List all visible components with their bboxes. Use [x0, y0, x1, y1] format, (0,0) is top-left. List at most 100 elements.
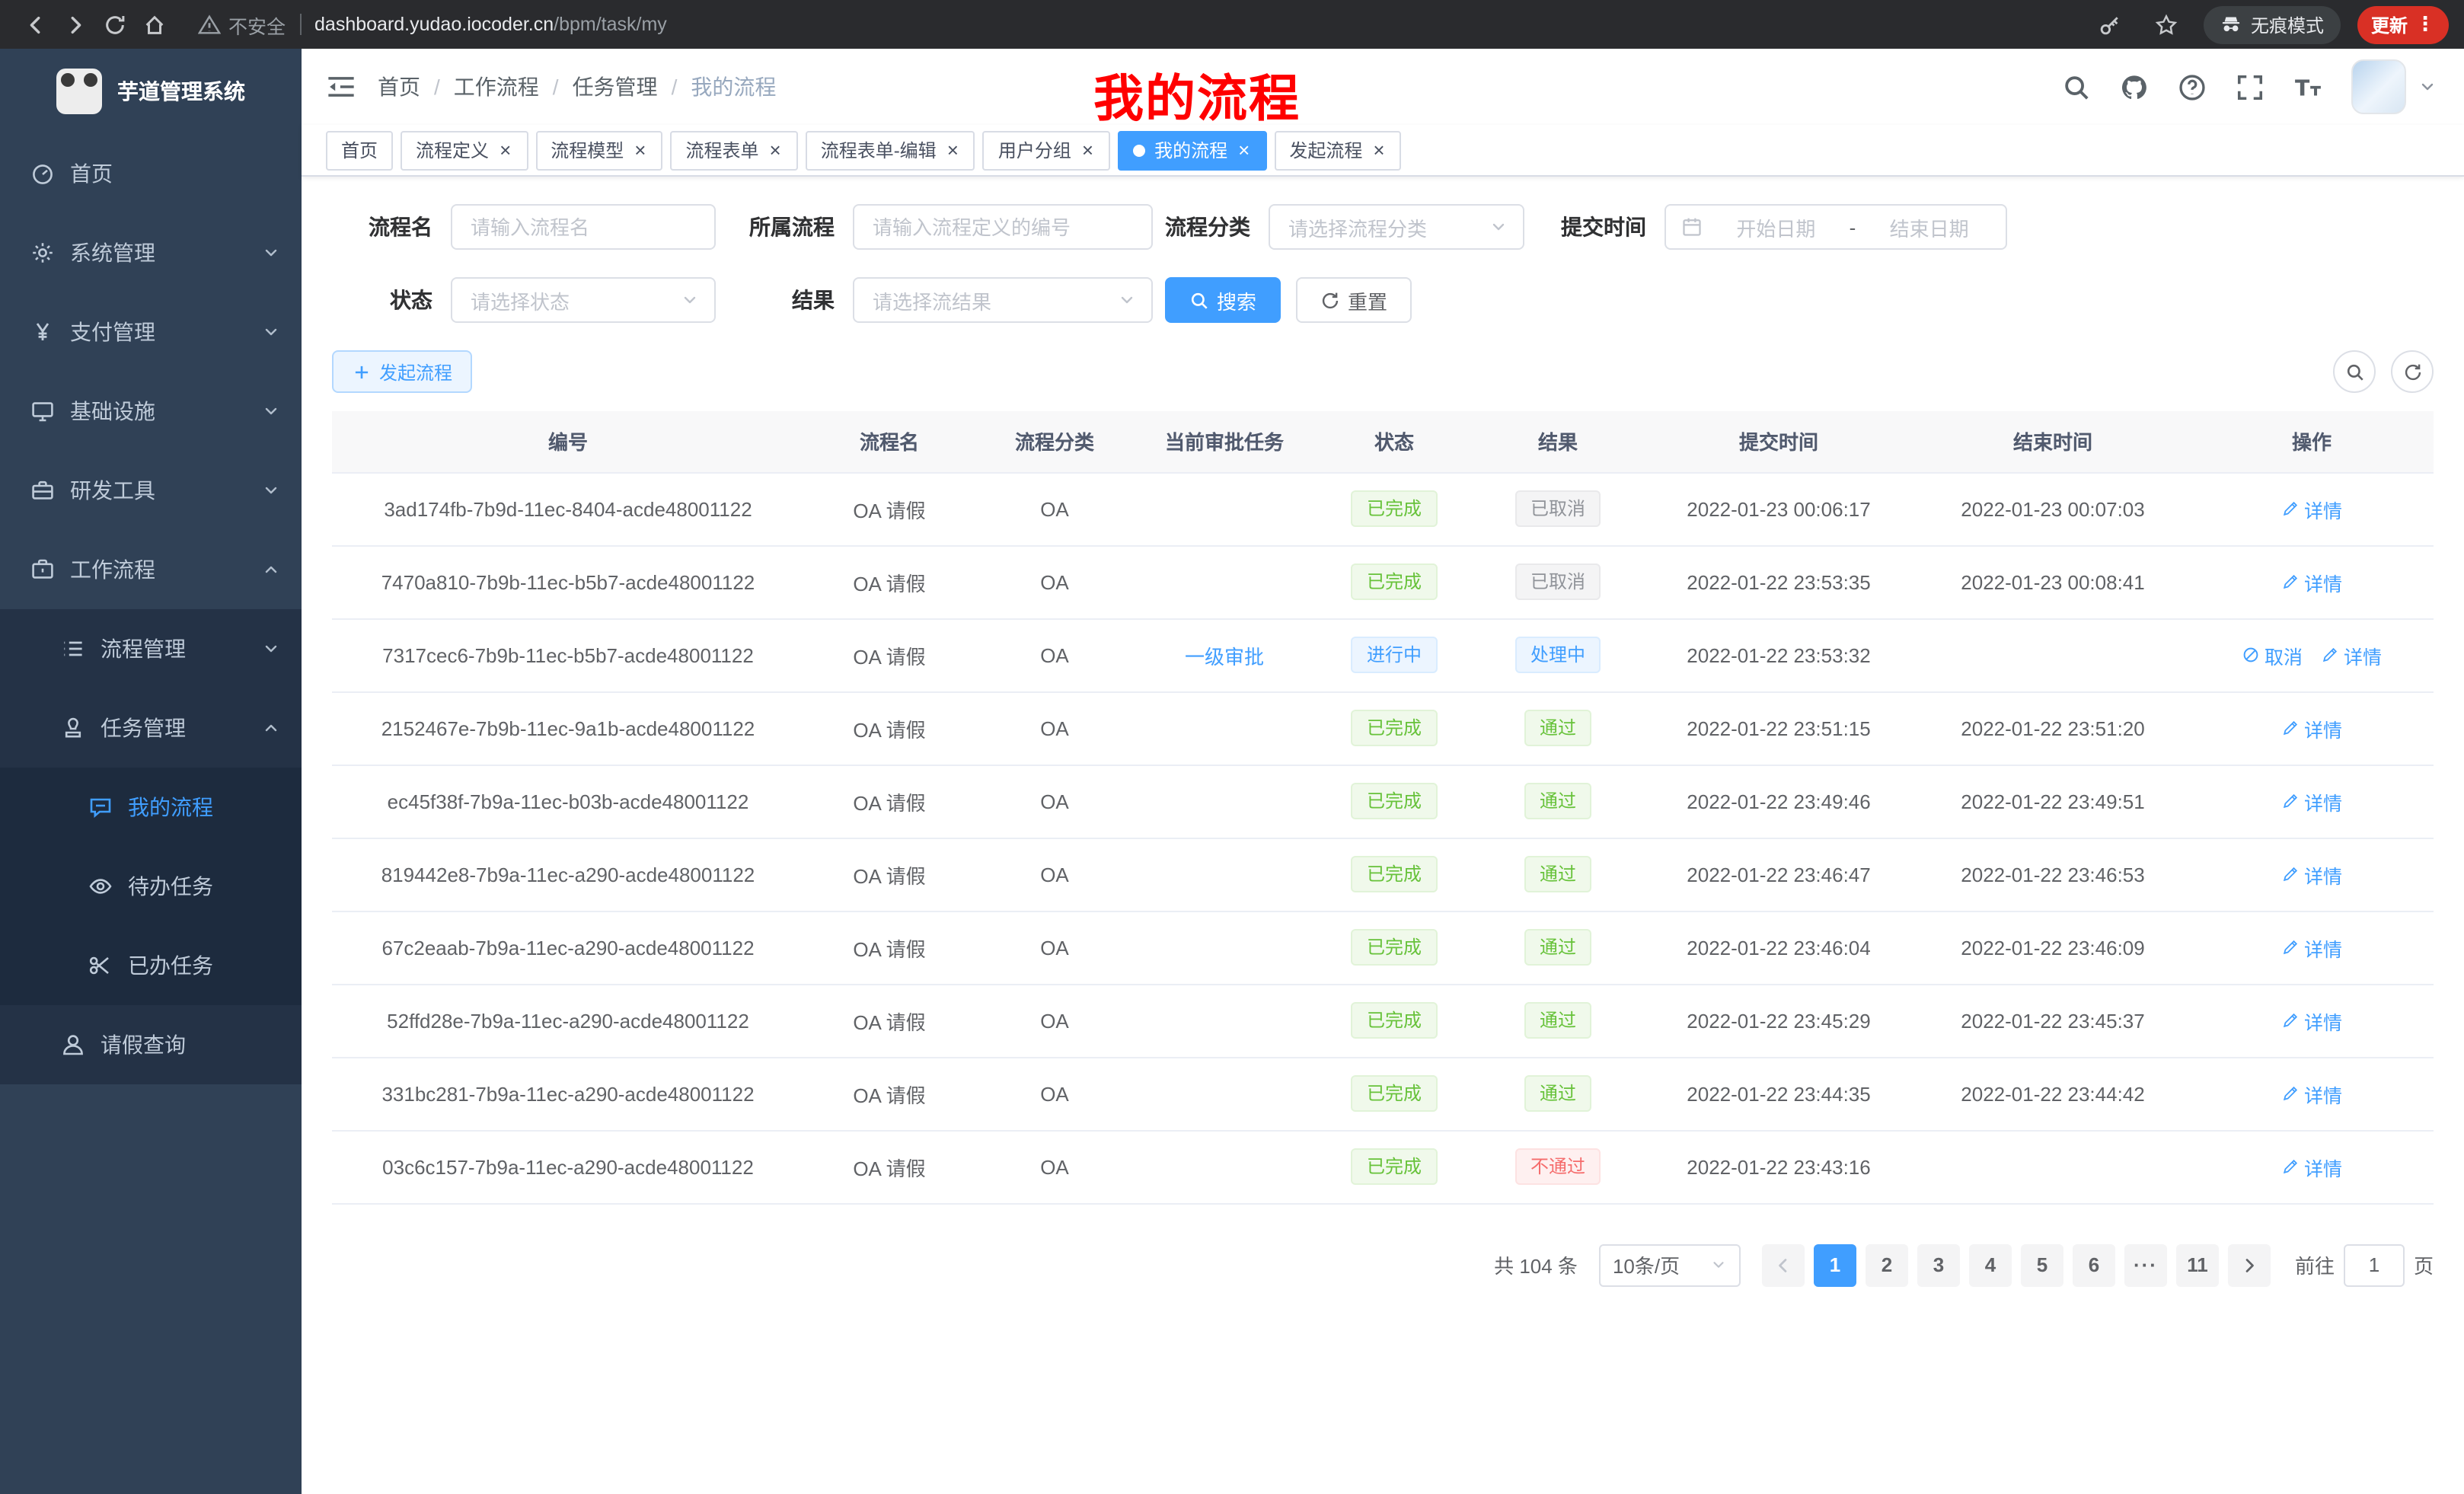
column-header: 结束时间: [1916, 411, 2190, 472]
detail-action-link[interactable]: 详情: [2281, 1006, 2342, 1035]
sidebar-item-process-mgmt[interactable]: 流程管理: [0, 609, 302, 688]
font-size-icon[interactable]: [2293, 72, 2322, 101]
owner-process-input[interactable]: [853, 204, 1153, 250]
breadcrumb-item[interactable]: 首页: [378, 72, 420, 102]
sidebar-item-leave-query[interactable]: 请假查询: [0, 1005, 302, 1084]
user-menu[interactable]: [2351, 59, 2437, 114]
page-button-2[interactable]: 2: [1866, 1243, 1908, 1286]
search-icon: [1189, 290, 1209, 310]
page-button-5[interactable]: 5: [2021, 1243, 2063, 1286]
sidebar-item-home[interactable]: 首页: [0, 134, 302, 213]
detail-action-link[interactable]: 详情: [2281, 787, 2342, 816]
column-header: 操作: [2190, 411, 2434, 472]
process-name-label: 流程名: [332, 212, 451, 242]
goto-page-input[interactable]: [2344, 1243, 2405, 1286]
update-button[interactable]: 更新 ⋮: [2357, 5, 2449, 43]
breadcrumb-item[interactable]: 任务管理: [573, 72, 658, 102]
tab-user-group[interactable]: 用户分组×: [983, 130, 1110, 170]
page-ellipsis[interactable]: ···: [2124, 1243, 2167, 1286]
sidebar-toggle-icon[interactable]: [326, 72, 356, 102]
result-badge: 处理中: [1515, 637, 1601, 673]
column-header: 流程名: [804, 411, 975, 472]
detail-action-link[interactable]: 详情: [2281, 494, 2342, 523]
table-row: ec45f38f-7b9a-11ec-b03b-acde48001122OA 请…: [332, 765, 2434, 838]
sidebar-item-todo-task[interactable]: 待办任务: [0, 847, 302, 926]
tab-my-process[interactable]: 我的流程×: [1118, 130, 1266, 170]
table-row: 3ad174fb-7b9d-11ec-8404-acde48001122OA 请…: [332, 472, 2434, 545]
close-icon[interactable]: ×: [1237, 140, 1251, 160]
browser-menu-icon[interactable]: ⋮: [2415, 12, 2435, 37]
status-select[interactable]: 请选择状态: [451, 277, 716, 323]
tab-process-model[interactable]: 流程模型×: [535, 130, 662, 170]
result-select[interactable]: 请选择流结果: [853, 277, 1153, 323]
browser-home-icon[interactable]: [134, 5, 174, 44]
prev-page-button[interactable]: [1762, 1243, 1805, 1286]
tab-start-process[interactable]: 发起流程×: [1274, 130, 1401, 170]
detail-action-link[interactable]: 详情: [2281, 713, 2342, 742]
category-select[interactable]: 请选择流程分类: [1269, 204, 1524, 250]
sidebar-item-my-process[interactable]: 我的流程: [0, 768, 302, 847]
sidebar-item-task-mgmt[interactable]: 任务管理: [0, 688, 302, 768]
edit-icon: [2281, 1011, 2300, 1030]
cancel-action-link[interactable]: 取消: [2242, 640, 2303, 669]
page-size-select[interactable]: 10条/页: [1599, 1243, 1741, 1286]
sidebar-item-devtools[interactable]: 研发工具: [0, 451, 302, 530]
current-task-link[interactable]: 一级审批: [1185, 640, 1264, 669]
forward-icon[interactable]: [55, 5, 94, 44]
close-icon[interactable]: ×: [768, 140, 783, 160]
submit-time-range-picker[interactable]: 开始日期 - 结束日期: [1664, 204, 2007, 250]
sidebar-item-workflow[interactable]: 工作流程: [0, 530, 302, 609]
page-button-3[interactable]: 3: [1917, 1243, 1960, 1286]
cell-id: 2152467e-7b9b-11ec-9a1b-acde48001122: [332, 691, 804, 765]
tab-process-definition[interactable]: 流程定义×: [401, 130, 528, 170]
cell-process-name: OA 请假: [804, 545, 975, 618]
page-button-6[interactable]: 6: [2073, 1243, 2115, 1286]
detail-action-link[interactable]: 详情: [2281, 933, 2342, 962]
search-icon[interactable]: [2062, 72, 2091, 101]
start-process-button[interactable]: 发起流程: [332, 350, 472, 393]
reset-button[interactable]: 重置: [1296, 277, 1412, 323]
sidebar-item-payment[interactable]: 支付管理: [0, 292, 302, 372]
github-icon[interactable]: [2120, 72, 2149, 101]
detail-action-link[interactable]: 详情: [2281, 567, 2342, 596]
tab-home[interactable]: 首页: [326, 130, 393, 170]
detail-action-link[interactable]: 详情: [2281, 1079, 2342, 1108]
sidebar-item-system[interactable]: 系统管理: [0, 213, 302, 292]
page-button-1[interactable]: 1: [1814, 1243, 1856, 1286]
address-bar[interactable]: 不安全 dashboard.yudao.iocoder.cn/bpm/task/…: [198, 10, 2091, 39]
filter-process-name: 流程名: [332, 204, 716, 250]
toggle-search-button[interactable]: [2333, 350, 2376, 393]
sidebar-item-label: 请假查询: [101, 1030, 186, 1060]
detail-action-link[interactable]: 详情: [2321, 640, 2382, 669]
detail-action-link[interactable]: 详情: [2281, 1152, 2342, 1181]
help-icon[interactable]: [2178, 72, 2207, 101]
goto-prefix: 前往: [2295, 1250, 2335, 1279]
process-name-input[interactable]: [451, 204, 716, 250]
tab-process-form[interactable]: 流程表单×: [670, 130, 797, 170]
close-icon[interactable]: ×: [946, 140, 960, 160]
page-button-4[interactable]: 4: [1969, 1243, 2012, 1286]
refresh-table-button[interactable]: [2391, 350, 2434, 393]
page-button-11[interactable]: 11: [2176, 1243, 2219, 1286]
tab-process-form-edit[interactable]: 流程表单-编辑×: [806, 130, 975, 170]
password-key-icon[interactable]: [2091, 5, 2130, 44]
close-icon[interactable]: ×: [1371, 140, 1386, 160]
cell-process-name: OA 请假: [804, 984, 975, 1057]
fullscreen-icon[interactable]: [2236, 72, 2265, 101]
reload-icon[interactable]: [94, 5, 134, 44]
back-icon[interactable]: [15, 5, 55, 44]
cell-id: 7317cec6-7b9b-11ec-b5b7-acde48001122: [332, 618, 804, 691]
search-button[interactable]: 搜索: [1165, 277, 1281, 323]
detail-action-link[interactable]: 详情: [2281, 860, 2342, 889]
close-icon[interactable]: ×: [1080, 140, 1095, 160]
breadcrumb-item[interactable]: 工作流程: [454, 72, 539, 102]
warning-icon: [198, 13, 221, 36]
sidebar-item-done-task[interactable]: 已办任务: [0, 926, 302, 1005]
security-label: 不安全: [228, 10, 286, 39]
app-logo-row[interactable]: 芋道管理系统: [0, 49, 302, 134]
close-icon[interactable]: ×: [633, 140, 647, 160]
close-icon[interactable]: ×: [498, 140, 512, 160]
bookmark-star-icon[interactable]: [2147, 5, 2187, 44]
next-page-button[interactable]: [2228, 1243, 2271, 1286]
sidebar-item-infra[interactable]: 基础设施: [0, 372, 302, 451]
